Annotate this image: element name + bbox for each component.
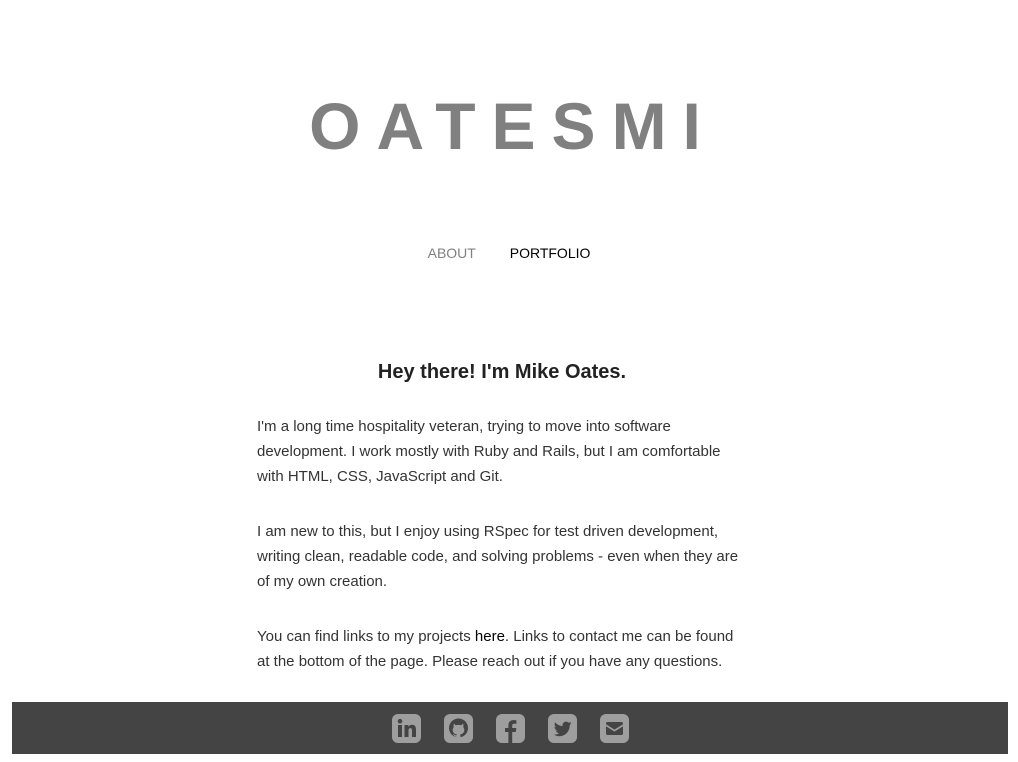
facebook-icon[interactable] xyxy=(495,713,525,743)
nav-link-about[interactable]: ABOUT xyxy=(428,244,476,262)
intro-paragraph-1: I'm a long time hospitality veteran, try… xyxy=(257,418,721,485)
intro-paragraph-3: You can find links to my projects here. … xyxy=(257,624,747,674)
intro-paragraph-2: I am new to this, but I enjoy using RSpe… xyxy=(257,523,739,590)
projects-here-link[interactable]: here xyxy=(475,628,505,645)
about-section: Hey there! I'm Mike Oates. I'm a long ti… xyxy=(257,358,747,704)
footer-social-bar xyxy=(12,702,1008,754)
page: OATESMI ABOUT PORTFOLIO Hey there! I'm M… xyxy=(0,0,1018,762)
main-nav: ABOUT PORTFOLIO xyxy=(0,244,1018,262)
twitter-icon[interactable] xyxy=(547,713,577,743)
intro-heading: Hey there! I'm Mike Oates. xyxy=(377,361,627,383)
linkedin-icon[interactable] xyxy=(391,713,421,743)
site-title: OATESMI xyxy=(309,89,717,163)
github-icon[interactable] xyxy=(443,713,473,743)
paragraph-3-text-start: You can find links to my projects xyxy=(257,628,475,645)
nav-link-portfolio[interactable]: PORTFOLIO xyxy=(510,244,591,262)
email-icon[interactable] xyxy=(599,713,629,743)
